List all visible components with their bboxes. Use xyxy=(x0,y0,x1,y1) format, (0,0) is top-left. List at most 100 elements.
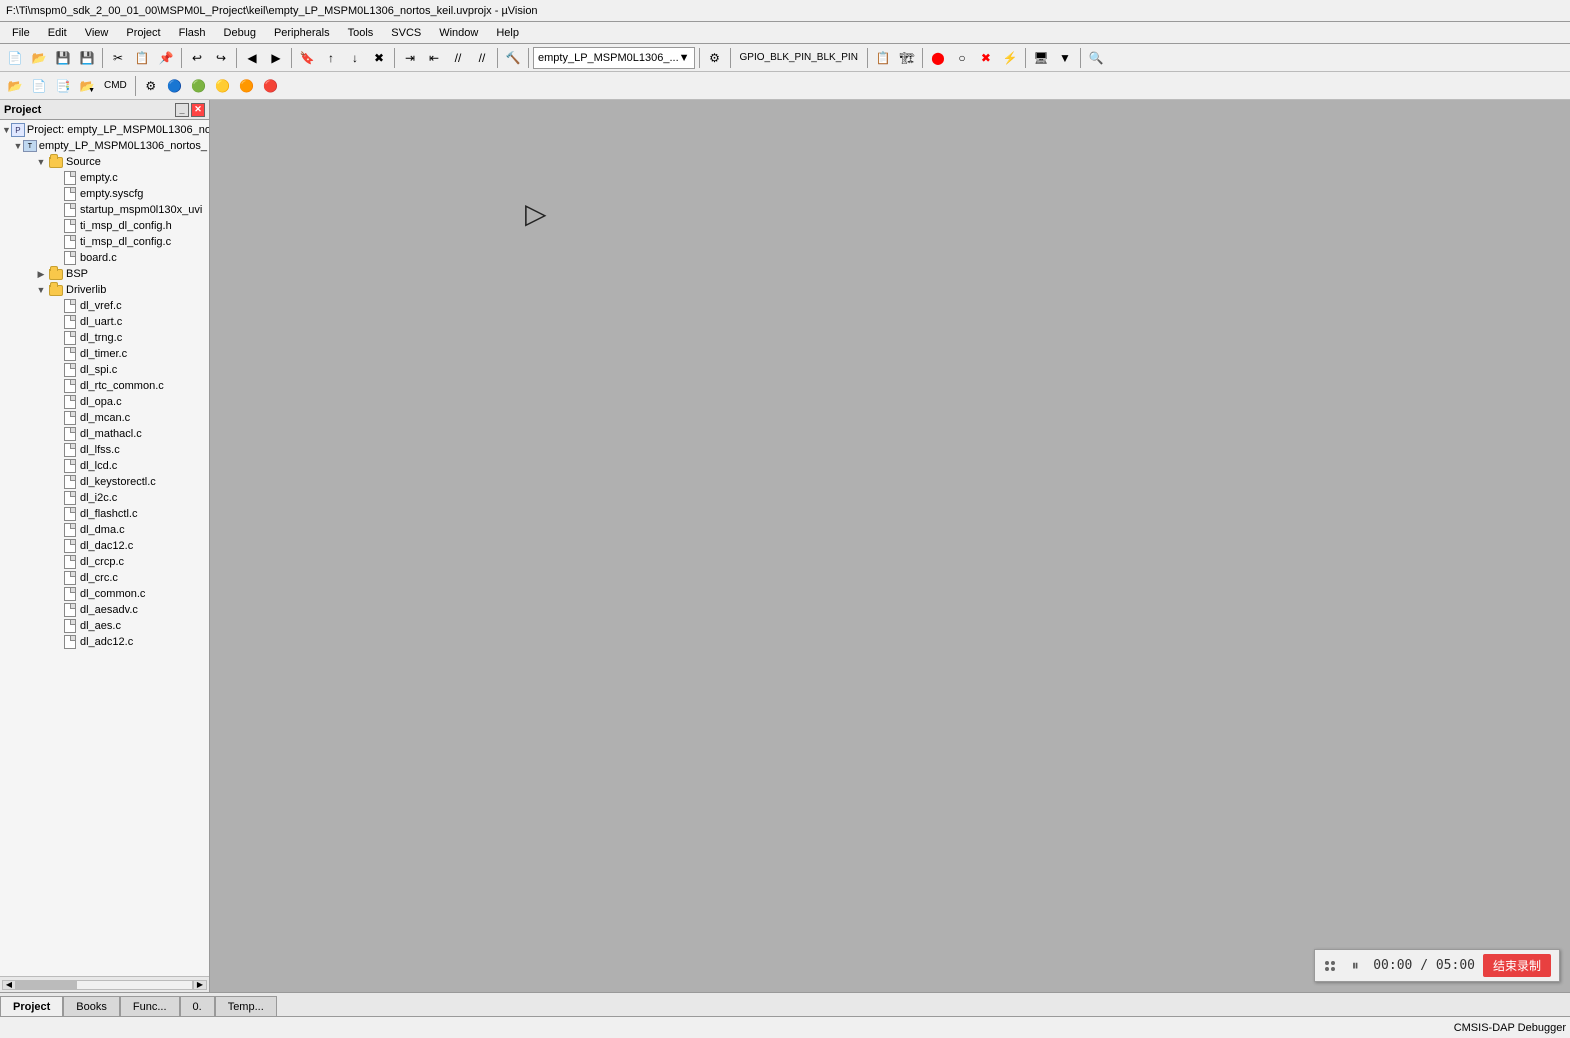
tree-file-dl-trng[interactable]: dl_trng.c xyxy=(0,330,209,346)
tb2-btn4[interactable]: 📂▼ xyxy=(76,75,98,97)
menu-file[interactable]: File xyxy=(4,25,38,41)
panel-minimize-btn[interactable]: _ xyxy=(175,103,189,117)
bookmark-btn[interactable]: 🔖 xyxy=(296,47,318,69)
tab-func[interactable]: Func... xyxy=(120,996,180,1016)
open-btn[interactable]: 📂 xyxy=(28,47,50,69)
driverlib-expander[interactable]: ▼ xyxy=(34,283,48,297)
tb2-flash-btn[interactable]: 🟠 xyxy=(236,75,258,97)
tree-file-dl-crc[interactable]: dl_crc.c xyxy=(0,570,209,586)
menu-flash[interactable]: Flash xyxy=(171,25,214,41)
tab-0[interactable]: 0. xyxy=(180,996,215,1016)
tree-file-dl-uart[interactable]: dl_uart.c xyxy=(0,314,209,330)
tree-file-dl-timer[interactable]: dl_timer.c xyxy=(0,346,209,362)
navigate-back-btn[interactable]: ◀ xyxy=(241,47,263,69)
kill-btn[interactable]: ✖ xyxy=(975,47,997,69)
tree-file-dl-opa[interactable]: dl_opa.c xyxy=(0,394,209,410)
next-bookmark-btn[interactable]: ↓ xyxy=(344,47,366,69)
tb2-btn1[interactable]: 📂 xyxy=(4,75,26,97)
scroll-left-btn[interactable]: ◀ xyxy=(2,980,16,990)
run-debug-btn[interactable]: ○ xyxy=(951,47,973,69)
tree-file-dl-mcan[interactable]: dl_mcan.c xyxy=(0,410,209,426)
tb2-btn2[interactable]: 📄 xyxy=(28,75,50,97)
tree-file-dl-aesadv[interactable]: dl_aesadv.c xyxy=(0,602,209,618)
build-btn[interactable]: 🏗 xyxy=(896,47,918,69)
new-file-btn[interactable]: 📄 xyxy=(4,47,26,69)
tree-file-dl-adc12[interactable]: dl_adc12.c xyxy=(0,634,209,650)
tree-group-bsp[interactable]: ▶ BSP xyxy=(0,266,209,282)
tb2-rtos-btn[interactable]: 🔵 xyxy=(164,75,186,97)
timer-pause-btn[interactable]: ⏸ xyxy=(1345,956,1365,976)
tree-file-dl-lfss[interactable]: dl_lfss.c xyxy=(0,442,209,458)
tree-file-empty-c[interactable]: empty.c xyxy=(0,170,209,186)
search-btn[interactable]: 🔍 xyxy=(1085,47,1107,69)
tree-file-dl-dma[interactable]: dl_dma.c xyxy=(0,522,209,538)
save-all-btn[interactable]: 💾 xyxy=(76,47,98,69)
tb2-cmd-btn[interactable]: CMD xyxy=(100,75,131,97)
tb2-target-btn[interactable]: 🟢 xyxy=(188,75,210,97)
copy-btn[interactable]: 📋 xyxy=(131,47,153,69)
menu-project[interactable]: Project xyxy=(118,25,168,41)
menu-tools[interactable]: Tools xyxy=(340,25,382,41)
tab-project[interactable]: Project xyxy=(0,996,63,1016)
view-btn[interactable]: 🖥 xyxy=(1030,47,1052,69)
tree-file-dl-spi[interactable]: dl_spi.c xyxy=(0,362,209,378)
tree-file-empty-syscfg[interactable]: empty.syscfg xyxy=(0,186,209,202)
target-dropdown[interactable]: empty_LP_MSPM0L1306_... ▼ xyxy=(533,47,695,69)
tab-temp[interactable]: Temp... xyxy=(215,996,277,1016)
copy2-btn[interactable]: 📋 xyxy=(872,47,894,69)
stop-debug-btn[interactable]: ⬤ xyxy=(927,47,949,69)
redo-btn[interactable]: ↪ xyxy=(210,47,232,69)
tree-file-dl-lcd[interactable]: dl_lcd.c xyxy=(0,458,209,474)
indent-btn[interactable]: ⇥ xyxy=(399,47,421,69)
undo-btn[interactable]: ↩ xyxy=(186,47,208,69)
panel-h-scrollbar[interactable]: ◀ ▶ xyxy=(0,976,209,992)
tree-file-dl-flashctl[interactable]: dl_flashctl.c xyxy=(0,506,209,522)
menu-edit[interactable]: Edit xyxy=(40,25,75,41)
timer-stop-btn[interactable]: 结束录制 xyxy=(1483,954,1551,977)
source-expander[interactable]: ▼ xyxy=(34,155,48,169)
tree-file-dl-rtc[interactable]: dl_rtc_common.c xyxy=(0,378,209,394)
root-expander[interactable]: ▼ xyxy=(2,123,11,137)
tree-file-dl-config-c[interactable]: ti_msp_dl_config.c xyxy=(0,234,209,250)
tree-file-dl-aes[interactable]: dl_aes.c xyxy=(0,618,209,634)
bsp-expander[interactable]: ▶ xyxy=(34,267,48,281)
target-expander[interactable]: ▼ xyxy=(13,139,23,153)
menu-window[interactable]: Window xyxy=(431,25,486,41)
tb2-download-btn[interactable]: 🟡 xyxy=(212,75,234,97)
tree-group-driverlib[interactable]: ▼ Driverlib xyxy=(0,282,209,298)
comment-btn[interactable]: // xyxy=(447,47,469,69)
compile-btn[interactable]: 🔨 xyxy=(502,47,524,69)
tb2-erase-btn[interactable]: 🔴 xyxy=(260,75,282,97)
tree-file-board-c[interactable]: board.c xyxy=(0,250,209,266)
menu-view[interactable]: View xyxy=(77,25,117,41)
tree-target[interactable]: ▼ T empty_LP_MSPM0L1306_nortos_ xyxy=(0,138,209,154)
tb2-manage-btn[interactable]: ⚙ xyxy=(140,75,162,97)
menu-peripherals[interactable]: Peripherals xyxy=(266,25,338,41)
prev-bookmark-btn[interactable]: ↑ xyxy=(320,47,342,69)
tree-file-dl-i2c[interactable]: dl_i2c.c xyxy=(0,490,209,506)
panel-close-btn[interactable]: ✕ xyxy=(191,103,205,117)
tree-root-project[interactable]: ▼ P Project: empty_LP_MSPM0L1306_no xyxy=(0,122,209,138)
menu-svcs[interactable]: SVCS xyxy=(383,25,429,41)
menu-help[interactable]: Help xyxy=(488,25,527,41)
tree-file-dl-common[interactable]: dl_common.c xyxy=(0,586,209,602)
cut-btn[interactable]: ✂ xyxy=(107,47,129,69)
scroll-right-btn[interactable]: ▶ xyxy=(193,980,207,990)
view2-btn[interactable]: ▼ xyxy=(1054,47,1076,69)
paste-btn[interactable]: 📌 xyxy=(155,47,177,69)
tree-file-dl-keystorectl[interactable]: dl_keystorectl.c xyxy=(0,474,209,490)
tree-file-dl-crcp[interactable]: dl_crcp.c xyxy=(0,554,209,570)
gpio-btn[interactable]: GPIO_BLK_PIN_BLK_PIN xyxy=(735,47,863,69)
tab-books[interactable]: Books xyxy=(63,996,120,1016)
unindent-btn[interactable]: ⇤ xyxy=(423,47,445,69)
h-scroll-track[interactable] xyxy=(16,980,193,990)
tb2-btn3[interactable]: 📑 xyxy=(52,75,74,97)
tree-file-dl-dac12[interactable]: dl_dac12.c xyxy=(0,538,209,554)
options-btn[interactable]: ⚙ xyxy=(704,47,726,69)
navigate-fwd-btn[interactable]: ▶ xyxy=(265,47,287,69)
menu-debug[interactable]: Debug xyxy=(216,25,264,41)
tree-group-source[interactable]: ▼ Source xyxy=(0,154,209,170)
tree-file-dl-mathacl[interactable]: dl_mathacl.c xyxy=(0,426,209,442)
clear-bookmark-btn[interactable]: ✖ xyxy=(368,47,390,69)
tree-file-dl-vref[interactable]: dl_vref.c xyxy=(0,298,209,314)
